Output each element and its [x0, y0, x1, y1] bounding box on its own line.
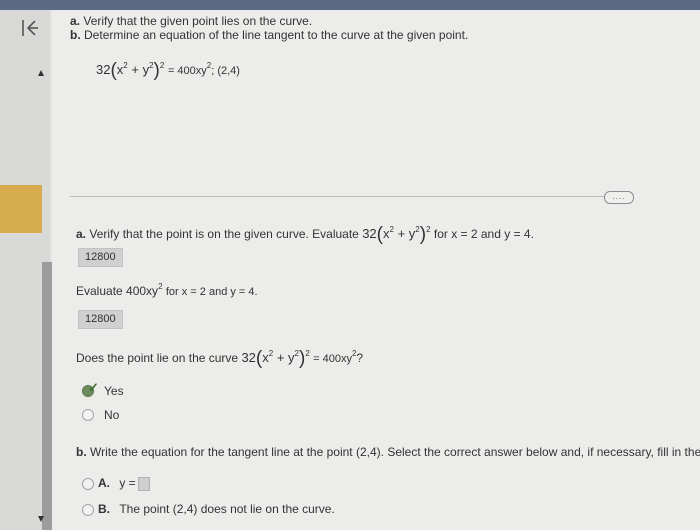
instruction-a: a. Verify that the given point lies on t…	[70, 14, 313, 28]
given-equation: 32(x2 + y2)2 = 400xy2; (2,4)	[96, 60, 240, 81]
scroll-up-arrow-icon[interactable]	[38, 70, 44, 76]
option-b-radio[interactable]	[82, 504, 94, 516]
option-a-radio[interactable]	[82, 478, 94, 490]
option-a[interactable]: A. y =	[98, 476, 150, 491]
evaluate-rhs-prompt: Evaluate 400xy2 for x = 2 and y = 4.	[76, 282, 258, 298]
checkmark-icon: ✓	[88, 380, 99, 395]
option-no-label[interactable]: No	[104, 408, 119, 422]
answer-value-1: 12800	[78, 248, 123, 267]
option-b[interactable]: B. The point (2,4) does not lie on the c…	[98, 502, 335, 516]
option-yes-label[interactable]: Yes	[104, 384, 124, 398]
tangent-answer-input[interactable]	[137, 476, 150, 491]
section-divider	[70, 196, 610, 197]
option-no-radio[interactable]	[82, 409, 94, 421]
instruction-b: b. Determine an equation of the line tan…	[70, 28, 469, 42]
answer-value-2: 12800	[78, 310, 123, 329]
side-tab-highlight	[0, 185, 42, 233]
scroll-down-arrow-icon[interactable]	[38, 516, 44, 522]
lie-on-curve-question: Does the point lie on the curve 32(x2 + …	[76, 348, 364, 369]
top-bar	[0, 0, 700, 10]
more-button[interactable]: ....	[604, 191, 634, 204]
collapse-left-icon[interactable]	[20, 18, 44, 42]
part-b-prompt: b. Write the equation for the tangent li…	[76, 445, 700, 459]
part-a-prompt: a. Verify that the point is on the given…	[76, 224, 534, 245]
side-scroll-strip	[42, 262, 52, 530]
